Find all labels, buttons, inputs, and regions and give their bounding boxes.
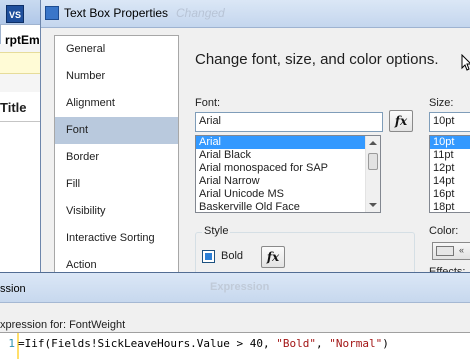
- nav-item-fill[interactable]: Fill: [55, 171, 178, 198]
- nav-item-general[interactable]: General: [55, 36, 178, 63]
- size-option[interactable]: 10pt: [430, 136, 470, 149]
- font-list-scrollbar[interactable]: [365, 136, 380, 212]
- line-number: 1: [8, 337, 15, 350]
- scroll-thumb[interactable]: [368, 153, 378, 170]
- report-tab-label: rptEm: [5, 33, 40, 47]
- size-option[interactable]: 18pt: [430, 201, 470, 212]
- font-list[interactable]: Arial Arial Black Arial monospaced for S…: [195, 135, 381, 213]
- size-label: Size:: [429, 97, 454, 109]
- expression-titlebar[interactable]: ssion Expression: [0, 273, 470, 303]
- font-option[interactable]: Arial Narrow: [196, 175, 380, 188]
- code-string-bold: "Bold": [276, 337, 317, 350]
- dialog-icon: [45, 6, 59, 20]
- color-label: Color:: [429, 225, 459, 237]
- font-input[interactable]: Arial: [195, 112, 383, 132]
- dialog-title: Text Box Properties: [64, 6, 169, 20]
- font-option[interactable]: Arial: [196, 136, 380, 149]
- info-bar: [0, 52, 40, 74]
- scroll-down-arrow-icon[interactable]: [369, 203, 377, 207]
- size-input[interactable]: 10pt: [429, 112, 470, 132]
- font-option[interactable]: Arial monospaced for SAP: [196, 162, 380, 175]
- size-option[interactable]: 16pt: [430, 188, 470, 201]
- code-suffix: ): [382, 337, 389, 350]
- code-text: =Iif(Fields!SickLeaveHours.Value > 40,: [18, 337, 277, 350]
- fx-icon: fx: [394, 114, 408, 128]
- mouse-pointer-icon: [461, 54, 470, 71]
- expression-title-ghost: Expression: [210, 281, 270, 293]
- size-list[interactable]: 10pt 11pt 12pt 14pt 16pt 18pt: [429, 135, 470, 213]
- expression-subtitle: xpression for: FontWeight: [0, 319, 126, 331]
- app-icon: VS: [6, 5, 24, 23]
- text-box-properties-dialog: Text Box Properties Changed General Numb…: [40, 0, 470, 290]
- nav-item-border[interactable]: Border: [55, 144, 178, 171]
- expression-editor[interactable]: 1 =Iif(Fields!SickLeaveHours.Value > 40,…: [0, 332, 470, 359]
- style-group-label: Style: [202, 225, 231, 237]
- size-option[interactable]: 14pt: [430, 175, 470, 188]
- expression-title: ssion: [0, 283, 26, 295]
- font-expression-button[interactable]: fx: [389, 110, 413, 132]
- column-header-title[interactable]: Title: [0, 100, 27, 115]
- expression-code[interactable]: =Iif(Fields!SickLeaveHours.Value > 40, "…: [18, 337, 389, 350]
- page-heading: Change font, size, and color options.: [195, 51, 439, 68]
- dialog-title-ghost: Changed: [176, 6, 225, 20]
- color-dropdown[interactable]: «: [432, 242, 470, 260]
- properties-nav: General Number Alignment Font Border Fil…: [54, 35, 179, 290]
- expression-dialog: ssion Expression xpression for: FontWeig…: [0, 272, 470, 359]
- dialog-titlebar[interactable]: Text Box Properties Changed: [41, 0, 470, 28]
- fx-icon: fx: [266, 250, 280, 264]
- color-swatch: [436, 246, 454, 256]
- bold-expression-button[interactable]: fx: [261, 246, 285, 268]
- scroll-up-arrow-icon[interactable]: [369, 141, 377, 145]
- size-option[interactable]: 12pt: [430, 162, 470, 175]
- code-string-normal: "Normal": [329, 337, 383, 350]
- font-option[interactable]: Arial Black: [196, 149, 380, 162]
- report-tab[interactable]: rptEm: [0, 24, 44, 47]
- nav-item-number[interactable]: Number: [55, 63, 178, 90]
- bold-label: Bold: [221, 250, 244, 262]
- nav-item-alignment[interactable]: Alignment: [55, 90, 178, 117]
- nav-item-interactive-sorting[interactable]: Interactive Sorting: [55, 225, 178, 252]
- nav-item-font[interactable]: Font: [55, 117, 178, 144]
- bold-checkbox[interactable]: [202, 250, 215, 263]
- code-separator: ,: [316, 337, 330, 350]
- font-option[interactable]: Baskerville Old Face: [196, 201, 380, 212]
- size-option[interactable]: 11pt: [430, 149, 470, 162]
- font-label: Font:: [195, 97, 221, 109]
- color-value: «: [459, 245, 465, 255]
- font-option[interactable]: Arial Unicode MS: [196, 188, 380, 201]
- nav-item-visibility[interactable]: Visibility: [55, 198, 178, 225]
